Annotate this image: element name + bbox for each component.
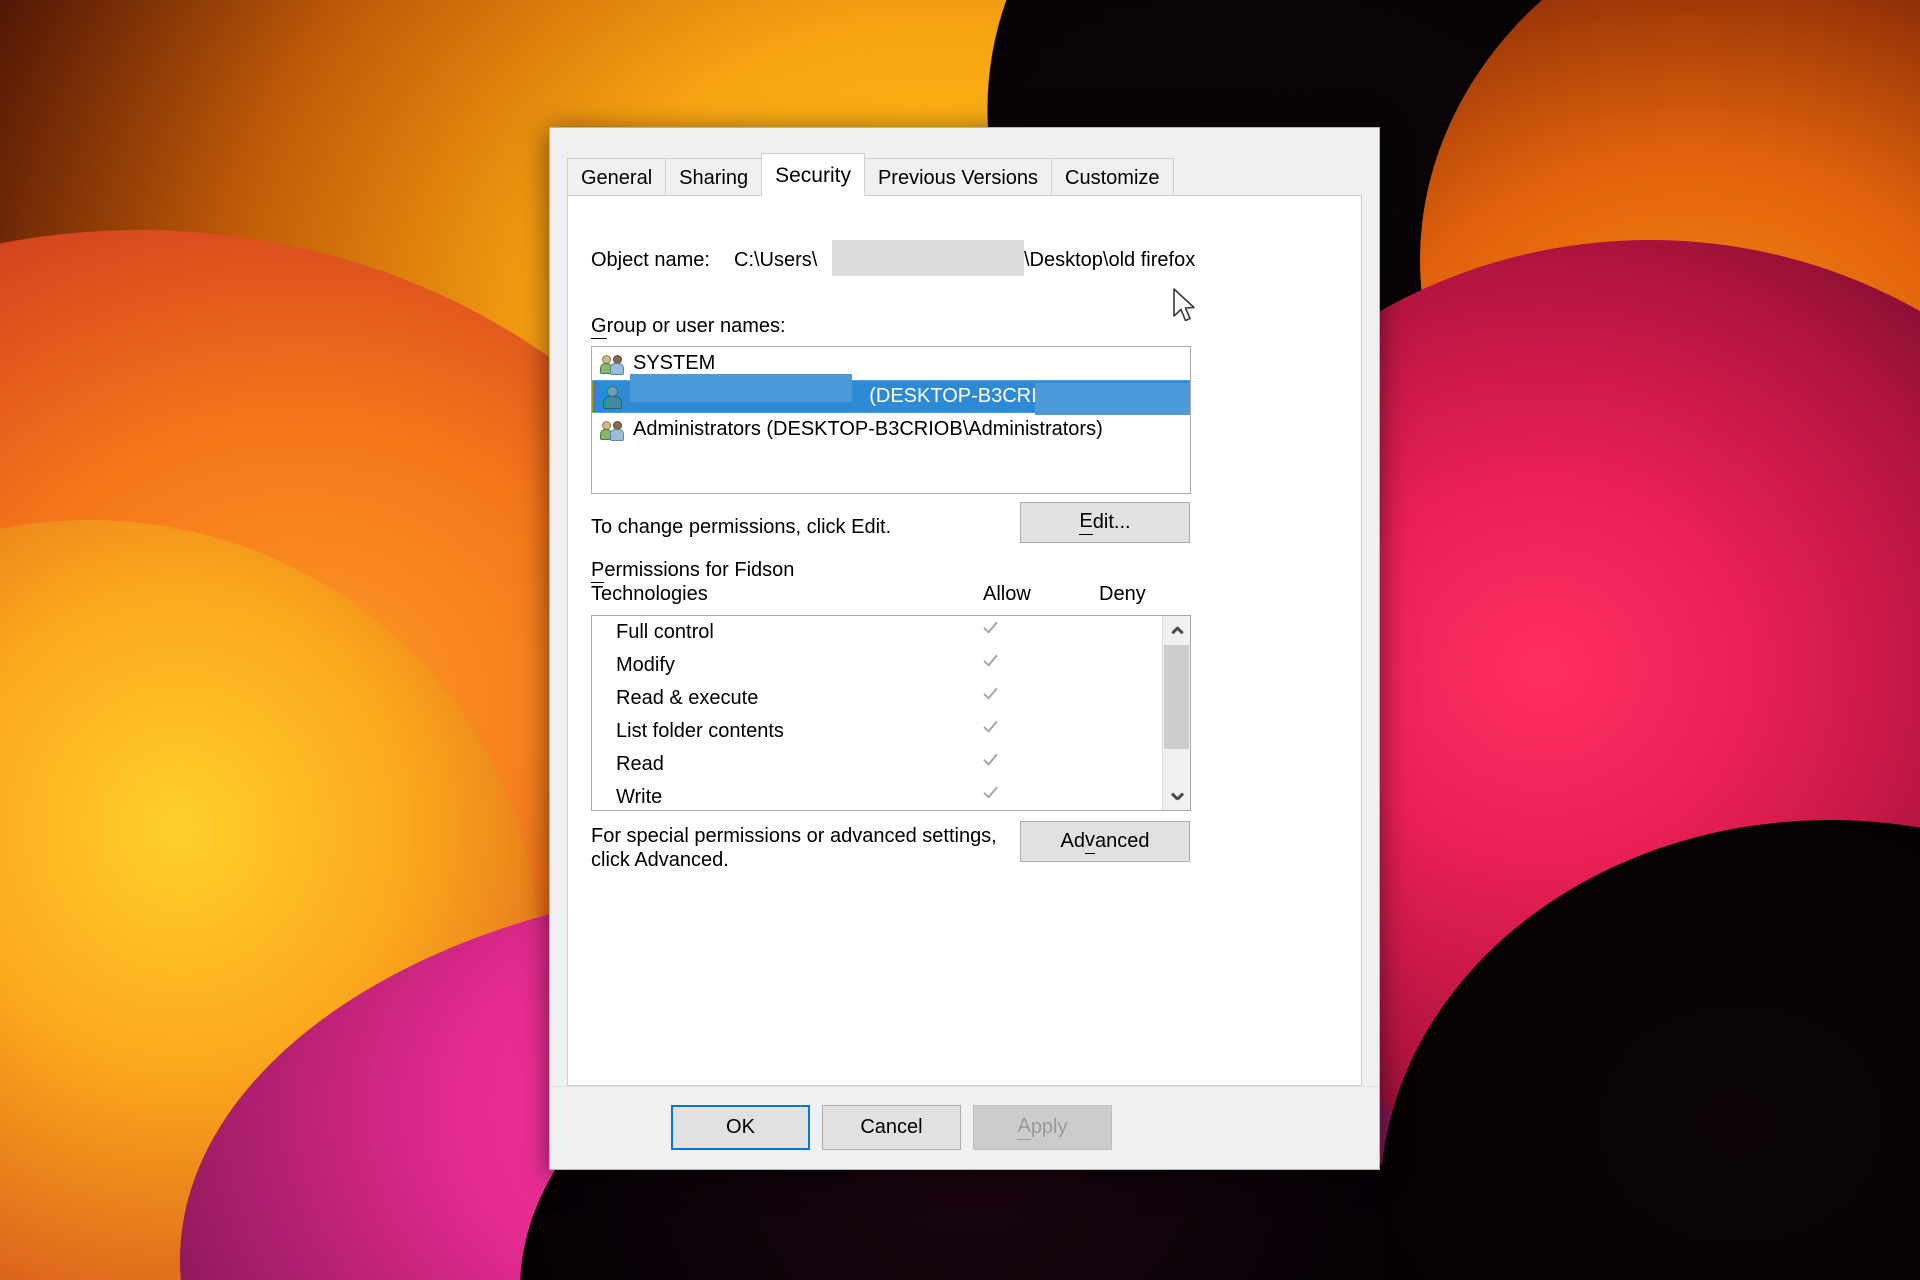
chevron-down-icon[interactable]: [1163, 782, 1190, 810]
edit-permissions-hint: To change permissions, click Edit.: [591, 516, 892, 538]
user-icon: [600, 385, 626, 409]
permission-name: List folder contents: [616, 720, 784, 742]
permission-name: Read: [616, 753, 664, 775]
permissions-for-label: Permissions for Fidson Technologies: [591, 558, 891, 607]
tab-customize-label: Customize: [1065, 166, 1160, 189]
table-row[interactable]: Modify: [592, 649, 1190, 682]
group-icon: [600, 418, 626, 442]
tab-previous-versions-label: Previous Versions: [877, 166, 1039, 189]
ok-button[interactable]: OK: [671, 1105, 810, 1150]
object-name-label: Object name:: [591, 249, 710, 271]
folder-properties-dialog: General Sharing Security Previous Versio…: [549, 127, 1380, 1170]
tab-strip: General Sharing Security Previous Versio…: [567, 153, 1362, 196]
list-item-selected[interactable]: F (DESKTOP-B3CRIOB\: [592, 374, 1190, 415]
apply-button: Apply: [973, 1105, 1112, 1150]
advanced-hint-line1: For special permissions or advanced sett…: [591, 825, 997, 847]
advanced-settings-hint: For special permissions or advanced sett…: [591, 824, 1021, 873]
permission-allow-checkbox[interactable]: [978, 651, 1006, 681]
list-item[interactable]: Administrators (DESKTOP-B3CRIOB\Administ…: [592, 413, 1190, 446]
permissions-column-allow: Allow: [983, 583, 1031, 605]
object-name-value-suffix: \Desktop\old firefox: [1024, 249, 1196, 271]
group-icon: [600, 352, 626, 376]
permission-allow-checkbox[interactable]: [978, 750, 1006, 780]
permissions-scrollbar[interactable]: [1162, 616, 1190, 810]
checkmark-icon: [983, 651, 1001, 675]
object-name-value-prefix: C:\Users\: [734, 249, 818, 271]
tab-security[interactable]: Security: [761, 153, 865, 196]
advanced-button-pre: Ad: [1060, 830, 1085, 852]
permission-allow-checkbox[interactable]: [978, 783, 1006, 810]
apply-button-label: pply: [1030, 1116, 1068, 1138]
list-item-redaction-block-left: [630, 374, 852, 402]
advanced-button-post: anced: [1094, 830, 1150, 852]
permission-name: Full control: [616, 621, 714, 643]
apply-button-accel: A: [1017, 1115, 1031, 1140]
checkmark-icon: [983, 750, 1001, 774]
table-row[interactable]: Write: [592, 781, 1190, 810]
list-item-label: SYSTEM: [633, 352, 716, 374]
tab-sharing[interactable]: Sharing: [665, 158, 763, 196]
tab-security-label: Security: [775, 163, 851, 187]
advanced-button-accel: v: [1084, 829, 1095, 854]
checkmark-icon: [983, 717, 1001, 741]
tab-customize[interactable]: Customize: [1051, 158, 1174, 196]
permission-name: Modify: [616, 654, 675, 676]
security-tab-page: Object name: C:\Users\ \Desktop\old fire…: [567, 195, 1362, 1086]
cancel-button-label: Cancel: [860, 1116, 923, 1138]
dialog-button-bar: OK Cancel Apply: [550, 1086, 1379, 1169]
permissions-label-line2: Technologies: [591, 583, 708, 606]
group-label-rest: roup or user names:: [606, 315, 786, 337]
group-or-user-names-label: Group or user names:: [591, 315, 786, 339]
chevron-up-icon[interactable]: [1163, 616, 1190, 644]
scrollbar-thumb[interactable]: [1164, 645, 1189, 749]
list-item-redaction-block-right: [1035, 383, 1190, 415]
permission-name: Read & execute: [616, 687, 759, 709]
permissions-list[interactable]: Full control Modify Read & execute List …: [591, 615, 1191, 811]
ok-button-label: OK: [726, 1116, 755, 1138]
advanced-hint-line2: click Advanced.: [591, 849, 729, 872]
permissions-column-deny: Deny: [1099, 583, 1146, 605]
object-name-redaction-block: [832, 240, 1024, 276]
group-label-accel: G: [591, 315, 607, 339]
permissions-label-line1: ermissions for Fidson: [604, 559, 795, 581]
table-row[interactable]: Read: [592, 748, 1190, 781]
checkmark-icon: [983, 783, 1001, 807]
edit-button-label: dit...: [1092, 511, 1131, 533]
permission-name: Write: [616, 786, 663, 808]
advanced-button[interactable]: Ad v anced: [1020, 821, 1190, 862]
table-row[interactable]: Read & execute: [592, 682, 1190, 715]
permission-allow-checkbox[interactable]: [978, 684, 1006, 714]
permissions-label-accel: P: [591, 559, 605, 583]
table-row[interactable]: List folder contents: [592, 715, 1190, 748]
checkmark-icon: [983, 684, 1001, 708]
tab-general[interactable]: General: [567, 158, 667, 196]
cancel-button[interactable]: Cancel: [822, 1105, 961, 1150]
permission-allow-checkbox[interactable]: [978, 717, 1006, 747]
table-row[interactable]: Full control: [592, 616, 1190, 649]
tab-sharing-label: Sharing: [679, 166, 749, 189]
edit-button-accel: E: [1079, 510, 1093, 535]
group-or-user-names-list[interactable]: SYSTEM F (DESKTOP-B3CRIOB\ Administrator…: [591, 346, 1191, 494]
list-item-label: Administrators (DESKTOP-B3CRIOB\Administ…: [633, 418, 1103, 440]
permission-allow-checkbox[interactable]: [978, 618, 1006, 648]
tab-previous-versions[interactable]: Previous Versions: [863, 158, 1053, 196]
tab-general-label: General: [581, 166, 653, 189]
edit-button[interactable]: Edit...: [1020, 502, 1190, 543]
checkmark-icon: [983, 618, 1001, 642]
